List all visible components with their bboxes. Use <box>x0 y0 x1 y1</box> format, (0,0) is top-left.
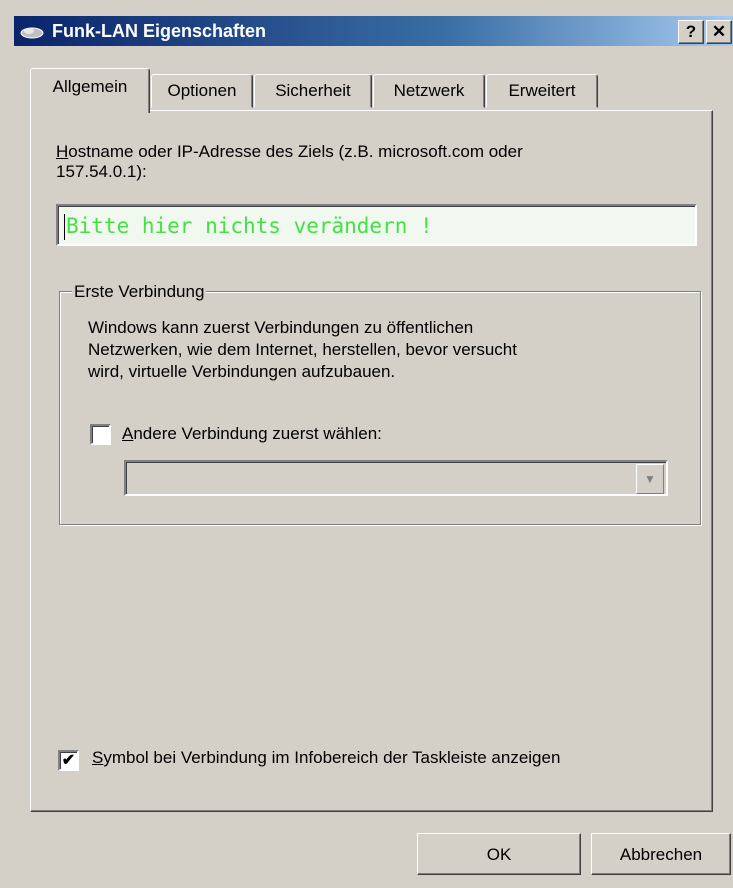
tab-erweitert[interactable]: Erweitert <box>486 74 598 108</box>
help-button[interactable]: ? <box>678 20 704 44</box>
first-connection-checkbox[interactable] <box>90 424 111 445</box>
text-caret <box>64 214 65 240</box>
network-connection-icon <box>20 27 44 39</box>
first-connection-checkbox-label[interactable]: Andere Verbindung zuerst wählen: <box>122 424 382 444</box>
tab-allgemein[interactable]: Allgemein <box>30 68 150 113</box>
tab-netzwerk[interactable]: Netzwerk <box>373 74 485 108</box>
tab-sicherheit[interactable]: Sicherheit <box>254 74 372 108</box>
chevron-down-icon[interactable]: ▼ <box>636 464 664 494</box>
title-bar[interactable]: Funk-LAN Eigenschaften ? ✕ <box>14 16 733 46</box>
cancel-button[interactable]: Abbrechen <box>591 833 731 875</box>
window-title: Funk-LAN Eigenschaften <box>52 21 267 41</box>
properties-dialog: Funk-LAN Eigenschaften ? ✕ Allgemein Opt… <box>0 0 733 888</box>
host-input-value: Bitte hier nichts verändern ! <box>66 214 433 238</box>
host-label: Hostname oder IP-Adresse des Ziels (z.B.… <box>56 142 523 161</box>
tab-optionen[interactable]: Optionen <box>151 74 253 108</box>
first-connection-description-line3: wird, virtuelle Verbindungen aufzubauen. <box>88 362 396 381</box>
ok-button[interactable]: OK <box>417 833 581 875</box>
first-connection-description-line1: Windows kann zuerst Verbindungen zu öffe… <box>88 318 474 337</box>
tray-icon-checkbox-label[interactable]: Symbol bei Verbindung im Infobereich der… <box>92 748 560 768</box>
first-connection-description-line2: Netzwerken, wie dem Internet, herstellen… <box>88 340 517 359</box>
first-connection-dropdown[interactable]: ▼ <box>124 460 668 496</box>
close-button[interactable]: ✕ <box>706 20 732 44</box>
first-connection-title: Erste Verbindung <box>72 280 207 304</box>
host-input[interactable]: Bitte hier nichts verändern ! <box>56 204 697 246</box>
host-label-line2: 157.54.0.1): <box>56 162 147 181</box>
tray-icon-checkbox[interactable]: ✔ <box>58 750 79 771</box>
